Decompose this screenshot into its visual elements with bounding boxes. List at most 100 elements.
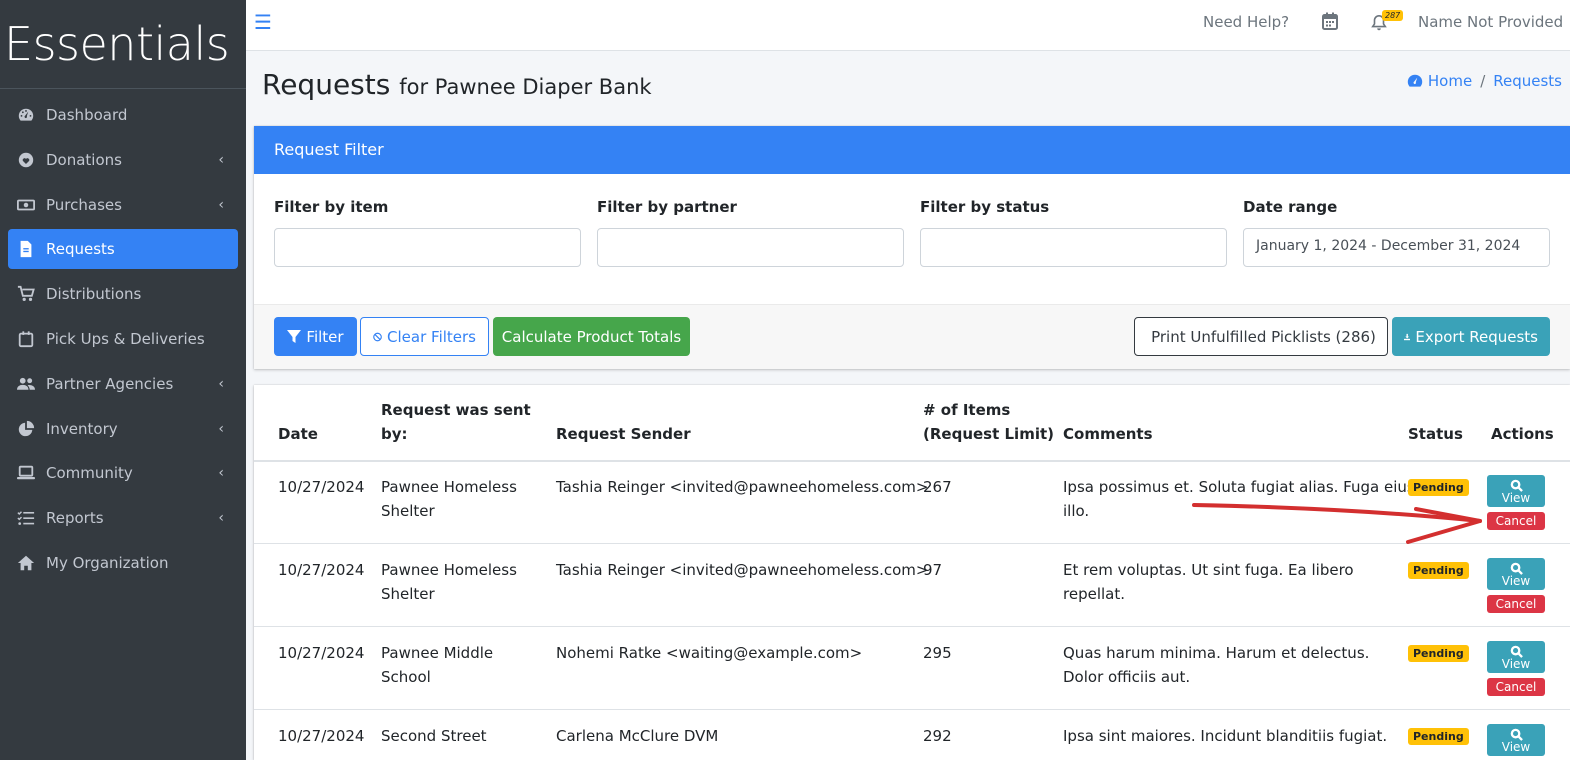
breadcrumb-current[interactable]: Requests xyxy=(1493,72,1562,90)
sidebar-item-requests[interactable]: Requests xyxy=(8,229,238,270)
filter-item-input[interactable] xyxy=(274,228,581,267)
requests-table: Date Request was sent by: Request Sender… xyxy=(254,385,1570,760)
cell-sender: Tashia Reinger <invited@pawneehomeless.c… xyxy=(556,478,929,496)
sidebar-item-label: Purchases xyxy=(46,195,122,214)
column-header-comments[interactable]: Comments xyxy=(1063,422,1153,446)
cell-items: 295 xyxy=(923,644,952,662)
cart-icon xyxy=(15,285,37,303)
status-badge: Pending xyxy=(1408,728,1469,745)
search-icon xyxy=(1510,728,1523,741)
header-line: Request was sent xyxy=(381,401,531,419)
date-range-input[interactable]: January 1, 2024 - December 31, 2024 xyxy=(1243,228,1550,267)
sidebar-item-reports[interactable]: Reports ‹ xyxy=(8,498,238,538)
cell-line: Dolor officiis aut. xyxy=(1063,668,1191,686)
export-requests-button[interactable]: Export Requests xyxy=(1392,317,1550,356)
sidebar-item-donations[interactable]: Donations ‹ xyxy=(8,140,238,180)
column-header-sent-by[interactable]: Request was sent by: xyxy=(381,398,531,446)
ban-icon xyxy=(373,332,382,341)
search-icon xyxy=(1510,645,1523,658)
dashboard-icon xyxy=(15,106,37,124)
breadcrumb-home-link[interactable]: Home xyxy=(1428,72,1472,90)
clear-filters-label: Clear Filters xyxy=(387,327,476,346)
sidebar-item-inventory[interactable]: Inventory ‹ xyxy=(8,409,238,449)
cell-line: Shelter xyxy=(381,502,435,520)
print-picklists-button[interactable]: Print Unfulfilled Picklists (286) xyxy=(1134,317,1388,356)
sidebar-item-pickups[interactable]: Pick Ups & Deliveries xyxy=(8,319,238,359)
cell-line: Pawnee Homeless xyxy=(381,561,517,579)
search-icon xyxy=(1510,562,1523,575)
view-button[interactable]: View xyxy=(1487,641,1545,673)
cell-line: School xyxy=(381,668,431,686)
cell-line: Pawnee Middle xyxy=(381,644,494,662)
need-help-link[interactable]: Need Help? xyxy=(1203,13,1289,31)
sidebar-item-distributions[interactable]: Distributions xyxy=(8,274,238,314)
sidebar-item-label: Requests xyxy=(46,240,115,259)
cell-line: Shelter xyxy=(381,585,435,603)
filter-status-input[interactable] xyxy=(920,228,1227,267)
cancel-button[interactable]: Cancel xyxy=(1487,678,1545,696)
filter-partner-input[interactable] xyxy=(597,228,904,267)
cell-sent-by: Pawnee Homeless Shelter xyxy=(381,558,517,606)
file-icon xyxy=(15,240,37,258)
cell-sent-by: Pawnee Homeless Shelter xyxy=(381,475,517,523)
sidebar-item-label: Dashboard xyxy=(46,106,128,124)
view-button[interactable]: View xyxy=(1487,724,1545,756)
search-icon xyxy=(1510,479,1523,492)
sidebar-item-dashboard[interactable]: Dashboard xyxy=(8,95,238,135)
cell-date: 10/27/2024 xyxy=(278,644,365,662)
hamburger-menu-icon[interactable]: ☰ xyxy=(254,10,272,34)
clear-filters-button[interactable]: Clear Filters xyxy=(360,317,489,356)
cell-line: Pawnee Homeless xyxy=(381,478,517,496)
user-menu[interactable]: Name Not Provided xyxy=(1418,13,1563,31)
column-header-sender[interactable]: Request Sender xyxy=(556,422,691,446)
sidebar-item-label: My Organization xyxy=(46,553,169,572)
filter-button[interactable]: Filter xyxy=(274,317,357,356)
list-check-icon xyxy=(15,509,37,527)
cancel-button[interactable]: Cancel xyxy=(1487,512,1545,530)
cell-date: 10/27/2024 xyxy=(278,727,365,745)
column-header-status[interactable]: Status xyxy=(1408,422,1463,446)
sidebar-item-purchases[interactable]: Purchases ‹ xyxy=(8,185,238,225)
sidebar-item-partner-agencies[interactable]: Partner Agencies ‹ xyxy=(8,364,238,404)
cell-line: repellat. xyxy=(1063,585,1125,603)
status-badge: Pending xyxy=(1408,562,1469,579)
column-header-date[interactable]: Date xyxy=(278,422,318,446)
view-button-label: View xyxy=(1501,656,1531,671)
sidebar-item-community[interactable]: Community ‹ xyxy=(8,453,238,493)
sidebar-item-label: Pick Ups & Deliveries xyxy=(46,329,205,348)
filter-icon xyxy=(287,329,302,343)
sidebar-nav: Dashboard Donations ‹ Purchases ‹ Reques… xyxy=(0,89,246,583)
cell-sender: Carlena McClure DVM xyxy=(556,727,719,745)
filter-card-footer: Filter Clear Filters Calculate Product T… xyxy=(254,304,1570,369)
calendar-icon xyxy=(15,330,37,348)
sidebar-item-my-organization[interactable]: My Organization xyxy=(8,543,238,583)
table-header-divider xyxy=(254,460,1570,462)
money-bill-icon xyxy=(15,196,37,214)
cancel-button[interactable]: Cancel xyxy=(1487,595,1545,613)
filter-partner-label: Filter by partner xyxy=(597,198,737,216)
filter-button-label: Filter xyxy=(306,327,344,346)
cell-line: Et rem voluptas. Ut sint fuga. Ea libero xyxy=(1063,561,1354,579)
filter-status-label: Filter by status xyxy=(920,198,1050,216)
cell-sent-by: Pawnee Middle School xyxy=(381,641,493,689)
header-line: # of Items xyxy=(923,401,1011,419)
cell-sender: Nohemi Ratke <waiting@example.com> xyxy=(556,644,863,662)
row-divider xyxy=(254,543,1570,544)
column-header-items[interactable]: # of Items (Request Limit) xyxy=(923,398,1054,446)
calendar-icon[interactable] xyxy=(1322,12,1338,30)
cell-line: Ipsa possimus et. Soluta fugiat alias. F… xyxy=(1063,478,1415,496)
notifications-bell[interactable]: 287 xyxy=(1370,10,1404,34)
view-button[interactable]: View xyxy=(1487,475,1545,507)
calculate-product-totals-button[interactable]: Calculate Product Totals xyxy=(493,317,690,356)
sidebar-item-label: Partner Agencies xyxy=(46,374,174,393)
view-button[interactable]: View xyxy=(1487,558,1545,590)
breadcrumb-separator: / xyxy=(1480,72,1486,90)
page-subtitle: for Pawnee Diaper Bank xyxy=(399,75,652,99)
brand-logo[interactable]: Essentials xyxy=(0,0,246,89)
view-button-label: View xyxy=(1501,490,1531,505)
cell-items: 292 xyxy=(923,727,952,745)
cell-line: Quas harum minima. Harum et delectus. xyxy=(1063,644,1370,662)
top-navbar: ☰ Need Help? 287 Name Not Provided xyxy=(246,0,1570,51)
page-title-text: Requests xyxy=(262,68,391,101)
page-title: Requests for Pawnee Diaper Bank xyxy=(262,68,652,101)
